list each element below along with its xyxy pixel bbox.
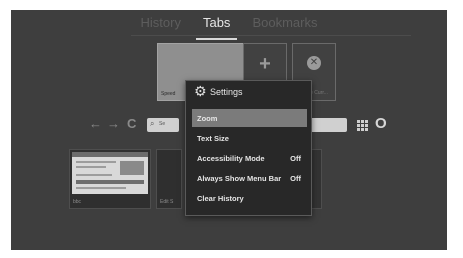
menu-item-value: Off bbox=[290, 174, 301, 183]
tab-thumbnail-label: bbc bbox=[73, 199, 82, 205]
bbc-page-preview bbox=[72, 152, 148, 194]
opera-logo-icon[interactable]: O bbox=[375, 116, 387, 132]
menu-item-label: Text Size bbox=[197, 134, 229, 143]
menu-item-label: Always Show Menu Bar bbox=[197, 174, 282, 183]
settings-menu: ⚙ Settings Zoom Text Size Accessibility … bbox=[185, 80, 312, 216]
menu-item-value: Off bbox=[290, 154, 301, 163]
tab-bookmarks[interactable]: Bookmarks bbox=[241, 14, 328, 36]
settings-menu-title: Settings bbox=[210, 87, 243, 97]
speed-dial-grid-icon[interactable] bbox=[357, 120, 368, 131]
menu-item-label: Clear History bbox=[197, 194, 244, 203]
tab-history[interactable]: History bbox=[130, 14, 192, 36]
tab-thumbnail-bbc[interactable]: bbc bbox=[69, 149, 151, 209]
menu-item-text-size[interactable]: Text Size bbox=[192, 129, 307, 147]
menu-item-label: Accessibility Mode bbox=[197, 154, 265, 163]
menu-item-label: Zoom bbox=[197, 114, 218, 123]
close-icon: ✕ bbox=[307, 56, 321, 70]
menu-item-zoom[interactable]: Zoom bbox=[192, 109, 307, 127]
search-input-text: Se bbox=[159, 121, 166, 127]
tab-tabs[interactable]: Tabs bbox=[192, 14, 241, 40]
tv-browser-screen: History Tabs Bookmarks Speed + ✕ Close C… bbox=[11, 10, 447, 250]
menu-item-always-show-menu-bar[interactable]: Always Show Menu Bar Off bbox=[192, 169, 307, 187]
menu-item-accessibility-mode[interactable]: Accessibility Mode Off bbox=[192, 149, 307, 167]
forward-arrow-icon[interactable]: → bbox=[107, 117, 120, 131]
search-icon: ⌕ bbox=[150, 119, 155, 128]
back-arrow-icon[interactable]: ← bbox=[89, 117, 102, 131]
speed-dial-label: Speed bbox=[161, 91, 176, 97]
tab-thumbnail-label: Edit S bbox=[160, 199, 174, 205]
plus-icon: + bbox=[259, 53, 271, 75]
tab-thumbnail-edit[interactable]: Edit S bbox=[156, 149, 182, 209]
tab-bar-divider bbox=[131, 35, 411, 36]
search-input[interactable]: ⌕ Se bbox=[147, 118, 179, 132]
gear-icon: ⚙ bbox=[194, 83, 207, 99]
menu-item-clear-history[interactable]: Clear History bbox=[192, 189, 307, 207]
top-tab-bar: History Tabs Bookmarks bbox=[11, 14, 447, 40]
settings-menu-header: ⚙ Settings bbox=[186, 81, 311, 103]
reload-icon[interactable]: C bbox=[127, 117, 136, 131]
